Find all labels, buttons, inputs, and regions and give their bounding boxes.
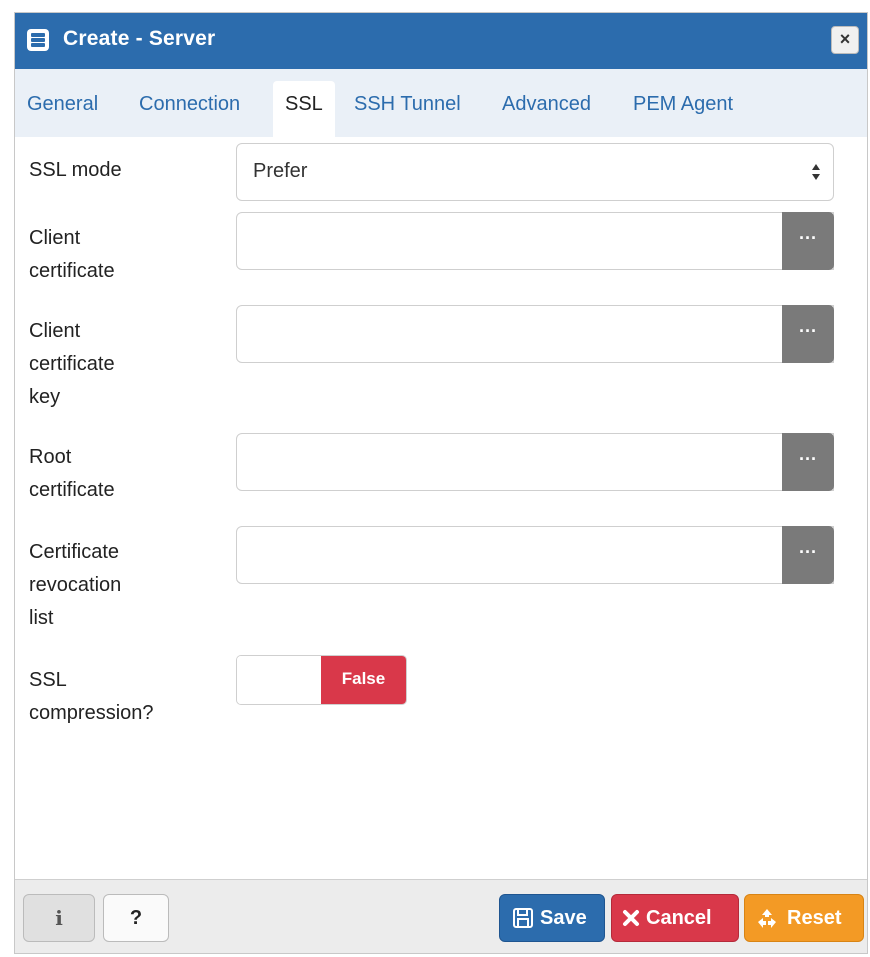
save-label: Save [540,907,587,929]
info-button[interactable]: i [23,894,95,942]
help-button[interactable]: ? [103,894,169,942]
ssl-mode-select[interactable]: Prefer [236,143,834,201]
certificate-revocation-list-browse-button[interactable]: ··· [782,526,834,584]
x-mark-icon [623,910,639,926]
client-certificate-key-label: Client certificate key [29,320,115,408]
client-certificate-label: Client certificate [29,227,115,282]
ssl-compression-label: SSL compression? [29,669,154,724]
client-certificate-input: ··· [236,212,834,270]
cancel-button[interactable]: Cancel [611,894,739,942]
client-certificate-key-browse-button[interactable]: ··· [782,305,834,363]
tab-ssh-tunnel[interactable]: SSH Tunnel [342,81,473,137]
server-icon [27,29,49,51]
floppy-disk-icon [513,908,533,928]
root-certificate-input: ··· [236,433,834,491]
certificate-revocation-list-label: Certificate revocation list [29,541,122,629]
reset-label: Reset [787,907,842,929]
close-button[interactable]: × [831,26,859,54]
tab-ssl[interactable]: SSL [273,81,335,137]
tab-strip: General Connection SSL SSH Tunnel Advanc… [15,69,867,137]
toggle-false-state: False [321,656,406,704]
client-certificate-key-input: ··· [236,305,834,363]
ssl-compression-toggle[interactable]: False [236,655,407,705]
root-certificate-field[interactable] [237,434,781,490]
tab-general[interactable]: General [15,81,110,137]
dialog-titlebar[interactable]: Create - Server × [15,13,867,69]
close-icon: × [839,29,851,49]
dialog-footer: i ? Save Cancel Reset [15,879,867,953]
client-certificate-browse-button[interactable]: ··· [782,212,834,270]
toggle-handle[interactable] [237,656,322,704]
reset-button[interactable]: Reset [744,894,864,942]
client-certificate-field[interactable] [237,213,781,269]
certificate-revocation-list-input: ··· [236,526,834,584]
client-certificate-key-field[interactable] [237,306,781,362]
root-certificate-browse-button[interactable]: ··· [782,433,834,491]
create-server-dialog: Create - Server × General Connection SSL… [14,12,868,954]
recycle-icon [758,909,776,928]
tab-connection[interactable]: Connection [127,81,252,137]
tab-advanced[interactable]: Advanced [490,81,603,137]
save-button[interactable]: Save [499,894,605,942]
ssl-mode-label: SSL mode [29,159,122,181]
ssl-mode-value: Prefer [253,160,308,182]
cancel-label: Cancel [646,907,712,929]
certificate-revocation-list-field[interactable] [237,527,781,583]
tab-pem-agent[interactable]: PEM Agent [621,81,745,137]
root-certificate-label: Root certificate [29,446,115,501]
sort-arrows-icon [812,164,820,180]
dialog-title: Create - Server [63,27,216,50]
